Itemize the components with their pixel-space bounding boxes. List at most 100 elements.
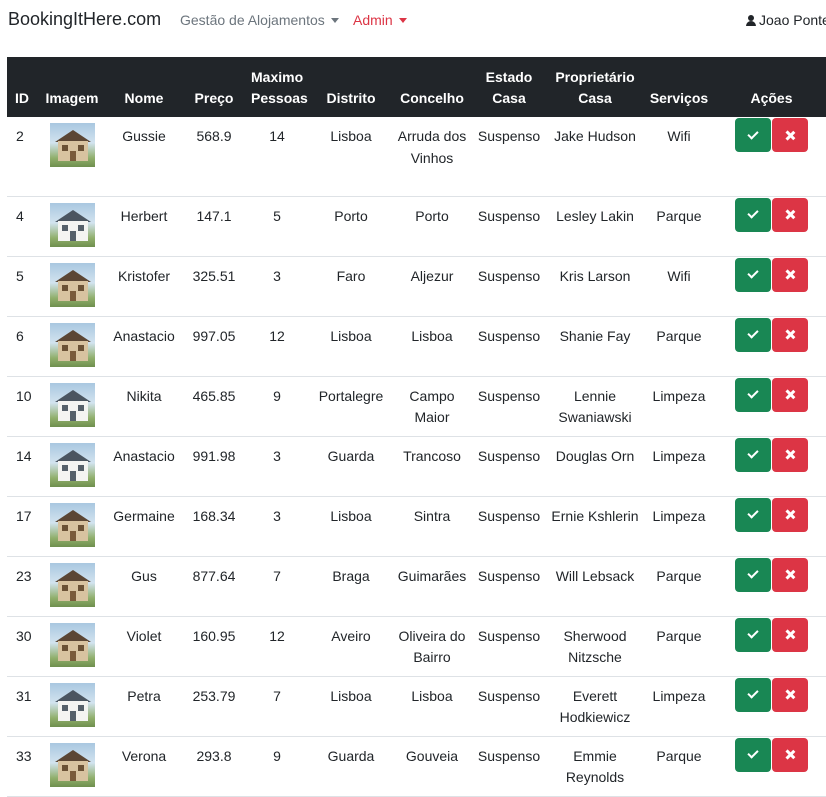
cell-proprietario: Everett Hodkiewicz bbox=[549, 676, 641, 737]
header-concelho: Concelho bbox=[395, 57, 469, 117]
cell-maximo-pessoas: 3 bbox=[247, 256, 307, 317]
cell-nome: Violet bbox=[107, 616, 181, 677]
close-icon bbox=[786, 131, 795, 140]
approve-button[interactable] bbox=[735, 118, 771, 152]
approve-button[interactable] bbox=[735, 557, 771, 592]
row-actions bbox=[719, 677, 824, 712]
caret-down-icon bbox=[330, 17, 339, 23]
approve-button[interactable] bbox=[735, 677, 771, 712]
header-id: ID bbox=[7, 57, 37, 117]
cell-maximo-pessoas: 14 bbox=[247, 117, 307, 197]
brand-logo[interactable]: BookingItHere.com bbox=[8, 9, 161, 30]
cell-estado-casa: Suspenso bbox=[469, 316, 549, 377]
cell-servico: Wifi bbox=[641, 117, 717, 197]
approve-button[interactable] bbox=[735, 617, 771, 652]
reject-button[interactable] bbox=[772, 118, 808, 152]
cell-id: 5 bbox=[7, 256, 37, 317]
approve-button[interactable] bbox=[735, 377, 771, 412]
cell-concelho: Trancoso bbox=[395, 436, 469, 497]
cell-imagem bbox=[37, 117, 107, 197]
cell-preco: 465.85 bbox=[181, 376, 247, 437]
user-menu[interactable]: Joao Ponte bbox=[746, 12, 826, 28]
check-icon bbox=[747, 447, 759, 459]
cell-id: 31 bbox=[7, 676, 37, 737]
cell-preco: 293.8 bbox=[181, 736, 247, 797]
table-row: 31 Petra 253.79 7 Lisboa Lisboa Suspenso Everet… bbox=[7, 676, 826, 737]
row-actions bbox=[719, 557, 824, 592]
reject-button[interactable] bbox=[772, 557, 808, 592]
cell-servico: Parque bbox=[641, 616, 717, 677]
reject-button[interactable] bbox=[772, 257, 808, 292]
reject-button[interactable] bbox=[772, 497, 808, 532]
cell-imagem bbox=[37, 256, 107, 317]
cell-servico: Limpeza bbox=[641, 676, 717, 737]
cell-acoes bbox=[717, 117, 826, 197]
cell-nome: Germaine bbox=[107, 496, 181, 557]
header-nome: Nome bbox=[107, 57, 181, 117]
approve-button[interactable] bbox=[735, 197, 771, 232]
cell-estado-casa: Suspenso bbox=[469, 736, 549, 797]
cell-nome: Anastacio bbox=[107, 316, 181, 377]
row-actions bbox=[719, 617, 824, 652]
table-row: 14 Anastacio 991.98 3 Guarda Trancoso Suspenso… bbox=[7, 436, 826, 497]
approve-button[interactable] bbox=[735, 317, 771, 352]
approve-button[interactable] bbox=[735, 257, 771, 292]
approve-button[interactable] bbox=[735, 437, 771, 472]
reject-button[interactable] bbox=[772, 377, 808, 412]
cell-imagem bbox=[37, 736, 107, 797]
header-estado-casa: Estado Casa bbox=[469, 57, 549, 117]
cell-servico: Parque bbox=[641, 316, 717, 377]
row-actions bbox=[719, 317, 824, 352]
cell-maximo-pessoas: 12 bbox=[247, 616, 307, 677]
menu-admin[interactable]: Admin bbox=[353, 12, 407, 28]
cell-preco: 147.1 bbox=[181, 196, 247, 257]
reject-button[interactable] bbox=[772, 677, 808, 712]
cell-nome: Gus bbox=[107, 556, 181, 617]
cell-maximo-pessoas: 9 bbox=[247, 376, 307, 437]
close-icon bbox=[786, 510, 795, 519]
house-thumbnail bbox=[49, 682, 95, 727]
accommodations-table: ID Imagem Nome Preço Maximo Pessoas Dist… bbox=[7, 57, 826, 797]
cell-concelho: Sintra bbox=[395, 496, 469, 557]
cell-imagem bbox=[37, 196, 107, 257]
cell-proprietario: Douglas Orn bbox=[549, 436, 641, 497]
cell-nome: Petra bbox=[107, 676, 181, 737]
reject-button[interactable] bbox=[772, 437, 808, 472]
approve-button[interactable] bbox=[735, 737, 771, 772]
check-icon bbox=[747, 687, 759, 699]
cell-nome: Verona bbox=[107, 736, 181, 797]
cell-acoes bbox=[717, 496, 826, 557]
house-thumbnail bbox=[49, 262, 95, 307]
cell-maximo-pessoas: 7 bbox=[247, 556, 307, 617]
close-icon bbox=[786, 690, 795, 699]
close-icon bbox=[786, 630, 795, 639]
menu-gestao-alojamentos[interactable]: Gestão de Alojamentos bbox=[180, 12, 339, 28]
cell-concelho: Guimarães bbox=[395, 556, 469, 617]
cell-nome: Nikita bbox=[107, 376, 181, 437]
cell-estado-casa: Suspenso bbox=[469, 676, 549, 737]
row-actions bbox=[719, 437, 824, 472]
reject-button[interactable] bbox=[772, 617, 808, 652]
cell-proprietario: Will Lebsack bbox=[549, 556, 641, 617]
cell-id: 33 bbox=[7, 736, 37, 797]
cell-imagem bbox=[37, 676, 107, 737]
cell-imagem bbox=[37, 376, 107, 437]
cell-distrito: Portalegre bbox=[307, 376, 395, 437]
cell-acoes bbox=[717, 616, 826, 677]
cell-id: 10 bbox=[7, 376, 37, 437]
cell-proprietario: Lennie Swaniawski bbox=[549, 376, 641, 437]
cell-concelho: Porto bbox=[395, 196, 469, 257]
reject-button[interactable] bbox=[772, 197, 808, 232]
check-icon bbox=[747, 567, 759, 579]
cell-distrito: Lisboa bbox=[307, 117, 395, 197]
table-row: 2 Gussie 568.9 14 Lisboa Arruda dos Vinhos Sus… bbox=[7, 117, 826, 197]
accommodations-table-container: ID Imagem Nome Preço Maximo Pessoas Dist… bbox=[7, 57, 826, 797]
check-icon bbox=[747, 267, 759, 279]
cell-acoes bbox=[717, 676, 826, 737]
reject-button[interactable] bbox=[772, 317, 808, 352]
approve-button[interactable] bbox=[735, 497, 771, 532]
cell-acoes bbox=[717, 376, 826, 437]
reject-button[interactable] bbox=[772, 737, 808, 772]
table-row: 23 Gus 877.64 7 Braga Guimarães Suspenso Will L… bbox=[7, 556, 826, 617]
cell-proprietario: Shanie Fay bbox=[549, 316, 641, 377]
